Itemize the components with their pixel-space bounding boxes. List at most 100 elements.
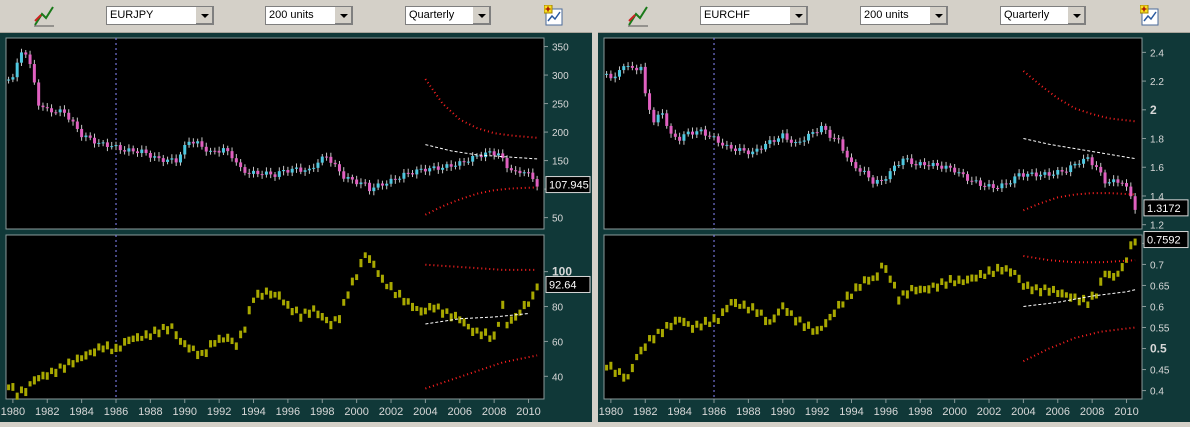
period-select[interactable]: Quarterly <box>405 6 491 25</box>
oscillator-tick-label: 0.7 <box>1150 260 1164 271</box>
candle-body <box>781 133 785 139</box>
candle-body <box>1094 165 1098 167</box>
last-oscillator-label-text: 0.7592 <box>1147 235 1181 247</box>
price-tick-label: 250 <box>552 100 569 111</box>
oscillator-bar <box>729 299 733 306</box>
period-select[interactable]: Quarterly <box>1000 6 1086 25</box>
oscillator-bar <box>131 335 135 343</box>
candle-body <box>325 156 329 158</box>
chart-canvas-right[interactable]: 2.42.221.81.61.41.20.750.70.650.60.550.5… <box>598 33 1190 422</box>
chart-canvas-left[interactable]: 35030025020015010050100806040107.94592.6… <box>0 33 592 422</box>
oscillator-bar <box>802 323 806 332</box>
oscillator-bar <box>221 337 225 343</box>
oscillator-bar <box>50 367 54 375</box>
oscillator-bar <box>1082 294 1086 303</box>
candle-body <box>466 161 470 163</box>
candle-body <box>746 150 750 155</box>
units-select[interactable]: 200 units <box>265 6 353 25</box>
candle-body <box>333 162 337 165</box>
oscillator-bar <box>1021 283 1025 290</box>
candle-body <box>639 66 643 71</box>
candle-body <box>699 129 703 132</box>
oscillator-bar <box>686 321 690 327</box>
chart-tool-icon[interactable] <box>32 4 56 28</box>
oscillator-bar <box>845 291 849 300</box>
candle-body <box>897 165 901 167</box>
candle-body <box>1077 163 1081 165</box>
oscillator-bar <box>303 308 307 314</box>
candle-body <box>200 141 204 147</box>
candle-body <box>1112 179 1116 183</box>
oscillator-bar <box>475 327 479 334</box>
candle-body <box>260 174 264 176</box>
price-tick-label: 1.6 <box>1150 163 1164 174</box>
oscillator-bar <box>630 363 634 373</box>
oscillator-bar <box>703 316 707 325</box>
chevron-down-icon[interactable] <box>929 7 947 24</box>
candle-body <box>411 173 415 175</box>
candle-body <box>170 158 174 160</box>
candle-body <box>1107 182 1111 184</box>
add-chart-icon[interactable] <box>1139 4 1164 29</box>
oscillator-bar <box>652 335 656 344</box>
candle-body <box>376 183 380 188</box>
oscillator-bar <box>372 260 376 268</box>
symbol-select-value: EURJPY <box>110 9 154 21</box>
candle-body <box>759 148 763 150</box>
candle-body <box>738 148 742 151</box>
candle-body <box>368 182 372 192</box>
oscillator-bar <box>1073 293 1077 300</box>
oscillator-bar <box>892 281 896 289</box>
oscillator-bar <box>88 349 92 356</box>
candle-body <box>221 148 225 153</box>
oscillator-bar <box>256 289 260 298</box>
chevron-down-icon[interactable] <box>472 7 490 24</box>
oscillator-bar <box>505 321 509 329</box>
candle-body <box>772 140 776 142</box>
oscillator-bar <box>157 329 161 338</box>
candle-body <box>789 139 793 143</box>
oscillator-bar <box>716 317 720 324</box>
candle-body <box>948 165 952 168</box>
oscillator-bar <box>1017 274 1021 283</box>
oscillator-bar <box>742 300 746 309</box>
units-select[interactable]: 200 units <box>860 6 948 25</box>
candle-body <box>7 79 11 81</box>
chevron-down-icon[interactable] <box>1067 7 1085 24</box>
x-tick-label: 1994 <box>839 406 863 418</box>
oscillator-bar <box>282 299 286 306</box>
oscillator-bar <box>828 313 832 321</box>
chevron-down-icon[interactable] <box>195 7 213 24</box>
oscillator-bar <box>239 330 243 339</box>
chart-area-left[interactable]: 35030025020015010050100806040107.94592.6… <box>0 33 592 422</box>
oscillator-bar <box>7 384 11 391</box>
chevron-down-icon[interactable] <box>334 7 352 24</box>
chart-tool-icon[interactable] <box>626 4 650 28</box>
symbol-select[interactable]: EURCHF <box>700 6 808 25</box>
chart-area-right[interactable]: 2.42.221.81.61.41.20.750.70.650.60.550.5… <box>598 33 1190 422</box>
candle-body <box>217 150 221 153</box>
oscillator-bar <box>888 275 892 283</box>
candle-body <box>342 171 346 179</box>
x-tick-label: 1980 <box>599 406 623 418</box>
candle-body <box>858 168 862 172</box>
candle-body <box>415 169 419 175</box>
candle-body <box>441 167 445 170</box>
oscillator-bar <box>811 328 815 335</box>
symbol-select[interactable]: EURJPY <box>106 6 214 25</box>
oscillator-bar <box>264 287 268 295</box>
chevron-down-icon[interactable] <box>789 7 807 24</box>
candle-body <box>815 132 819 134</box>
candle-body <box>630 65 634 68</box>
add-chart-icon[interactable] <box>543 4 568 29</box>
oscillator-bar <box>273 291 277 298</box>
candle-body <box>153 156 157 158</box>
oscillator-bar <box>923 286 927 293</box>
x-tick-label: 1988 <box>736 406 760 418</box>
oscillator-bar <box>11 383 15 391</box>
oscillator-bar <box>794 317 798 326</box>
price-plot-area <box>603 37 1143 230</box>
candle-body <box>234 158 238 163</box>
oscillator-tick-label: 0.4 <box>1150 387 1164 398</box>
candle-body <box>656 114 660 123</box>
